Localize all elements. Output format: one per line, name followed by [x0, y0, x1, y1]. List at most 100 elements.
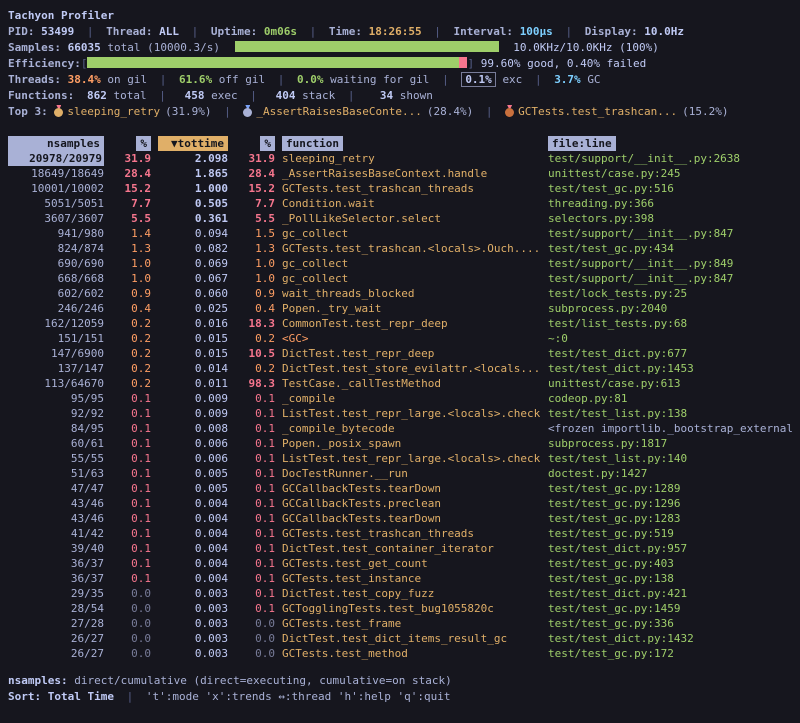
- divider: |: [192, 25, 199, 38]
- tottime-pct-cell: 0.1: [235, 421, 275, 436]
- table-row[interactable]: 668/668 1.0 0.067 1.0 gc_collect test/su…: [8, 271, 792, 286]
- table-row[interactable]: 29/35 0.0 0.003 0.1 DictTest.test_copy_f…: [8, 586, 792, 601]
- function-cell: gc_collect: [282, 226, 541, 241]
- nsamples-value: 10001/10002: [31, 182, 104, 195]
- fileline-cell: test/support/__init__.py:849: [548, 256, 792, 271]
- fileline-cell: ~:0: [548, 331, 792, 346]
- fileline-cell: test/test_gc.py:1296: [548, 496, 792, 511]
- col-sample-pct[interactable]: %: [136, 136, 151, 151]
- table-row[interactable]: 690/690 1.0 0.069 1.0 gc_collect test/su…: [8, 256, 792, 271]
- top3-label: Top 3:: [8, 105, 48, 118]
- tottime-pct-cell: 0.1: [235, 511, 275, 526]
- table-row[interactable]: 95/95 0.1 0.009 0.1 _compile codeop.py:8…: [8, 391, 792, 406]
- sample-pct-cell: 0.2: [111, 346, 151, 361]
- table-row[interactable]: 26/27 0.0 0.003 0.0 GCTests.test_method …: [8, 646, 792, 661]
- table-row[interactable]: 41/42 0.1 0.004 0.1 GCTests.test_trashca…: [8, 526, 792, 541]
- function-cell: <GC>: [282, 331, 541, 346]
- col-fileline[interactable]: file:line: [548, 136, 616, 151]
- sort-label: Sort:: [8, 690, 41, 703]
- table-row[interactable]: 3607/3607 5.5 0.361 5.5 _PollLikeSelecto…: [8, 211, 792, 226]
- function-cell: GCTests.test_method: [282, 646, 541, 661]
- table-row[interactable]: 92/92 0.1 0.009 0.1 ListTest.test_repr_l…: [8, 406, 792, 421]
- table-row[interactable]: 27/28 0.0 0.003 0.0 GCTests.test_frame t…: [8, 616, 792, 631]
- table-row[interactable]: 824/874 1.3 0.082 1.3 GCTests.test_trash…: [8, 241, 792, 256]
- tottime-cell: 0.014: [158, 361, 228, 376]
- tottime-cell: 0.006: [158, 436, 228, 451]
- sample-pct-cell: 0.1: [111, 406, 151, 421]
- function-cell: _AssertRaisesBaseContext.handle: [282, 166, 541, 181]
- tottime-pct-cell: 1.0: [235, 256, 275, 271]
- tottime-pct-cell: 18.3: [235, 316, 275, 331]
- divider: |: [535, 73, 542, 86]
- table-row[interactable]: 36/37 0.1 0.004 0.1 GCTests.test_instanc…: [8, 571, 792, 586]
- col-tottime-pct[interactable]: %: [260, 136, 275, 151]
- legend-label: nsamples:: [8, 674, 68, 687]
- functions-shown-value: 34: [367, 88, 393, 104]
- nsamples-value: 26/27: [71, 632, 104, 645]
- footer: nsamples: direct/cumulative (direct=exec…: [8, 673, 792, 705]
- table-body: 20978/20979 31.9 2.098 31.9 sleeping_ret…: [8, 151, 792, 661]
- fileline-cell: unittest/case.py:245: [548, 166, 792, 181]
- table-row[interactable]: 602/602 0.9 0.060 0.9 wait_threads_block…: [8, 286, 792, 301]
- nsamples-value: 137/147: [58, 362, 104, 375]
- sample-pct-cell: 0.1: [111, 541, 151, 556]
- nsamples-value: 43/46: [71, 497, 104, 510]
- nsamples-cell: 690/690: [8, 256, 104, 271]
- function-cell: ListTest.test_repr_large.<locals>.check: [282, 406, 541, 421]
- fileline-cell: test/test_gc.py:336: [548, 616, 792, 631]
- sample-pct-cell: 1.4: [111, 226, 151, 241]
- table-row[interactable]: 39/40 0.1 0.004 0.1 DictTest.test_contai…: [8, 541, 792, 556]
- col-nsamples[interactable]: nsamples: [8, 136, 104, 151]
- sample-pct-cell: 0.1: [111, 556, 151, 571]
- fileline-cell: selectors.py:398: [548, 211, 792, 226]
- sample-pct-cell: 0.1: [111, 481, 151, 496]
- table-row[interactable]: 43/46 0.1 0.004 0.1 GCCallbackTests.prec…: [8, 496, 792, 511]
- table-row[interactable]: 36/37 0.1 0.004 0.1 GCTests.test_get_cou…: [8, 556, 792, 571]
- function-cell: DictTest.test_store_evilattr.<locals...: [282, 361, 541, 376]
- table-row[interactable]: 246/246 0.4 0.025 0.4 Popen._try_wait su…: [8, 301, 792, 316]
- function-cell: GCTests.test_instance: [282, 571, 541, 586]
- table-row[interactable]: 151/151 0.2 0.015 0.2 <GC> ~:0: [8, 331, 792, 346]
- nsamples-cell: 43/46: [8, 496, 104, 511]
- table-row[interactable]: 162/12059 0.2 0.016 18.3 CommonTest.test…: [8, 316, 792, 331]
- table-row[interactable]: 113/64670 0.2 0.011 98.3 TestCase._callT…: [8, 376, 792, 391]
- thread-value[interactable]: ALL: [159, 25, 179, 38]
- table-row[interactable]: 137/147 0.2 0.014 0.2 DictTest.test_stor…: [8, 361, 792, 376]
- table-row[interactable]: 47/47 0.1 0.005 0.1 GCCallbackTests.tear…: [8, 481, 792, 496]
- function-cell: DictTest.test_repr_deep: [282, 346, 541, 361]
- col-tottime[interactable]: ▼tottime: [158, 136, 228, 151]
- table-row[interactable]: 84/95 0.1 0.008 0.1 _compile_bytecode <f…: [8, 421, 792, 436]
- nsamples-value: 43/46: [71, 512, 104, 525]
- table-row[interactable]: 28/54 0.0 0.003 0.1 GCTogglingTests.test…: [8, 601, 792, 616]
- waiting-gil-label: waiting for gil: [330, 73, 429, 86]
- sample-pct-cell: 15.2: [111, 181, 151, 196]
- table-row[interactable]: 20978/20979 31.9 2.098 31.9 sleeping_ret…: [8, 151, 792, 166]
- samples-line: Samples: 66035 total (10000.3/s) 10.0KHz…: [8, 40, 792, 56]
- efficiency-line: Efficiency:[] 99.60% good, 0.40% failed: [8, 56, 792, 72]
- col-function[interactable]: function: [282, 136, 343, 151]
- nsamples-value: 28/54: [71, 602, 104, 615]
- nsamples-value: 39/40: [71, 542, 104, 555]
- nsamples-value: 941/980: [58, 227, 104, 240]
- table-row[interactable]: 10001/10002 15.2 1.000 15.2 GCTests.test…: [8, 181, 792, 196]
- tottime-cell: 0.094: [158, 226, 228, 241]
- fileline-cell: test/test_gc.py:1459: [548, 601, 792, 616]
- function-cell: ListTest.test_repr_large.<locals>.check: [282, 451, 541, 466]
- table-row[interactable]: 147/6900 0.2 0.015 10.5 DictTest.test_re…: [8, 346, 792, 361]
- sample-pct-cell: 0.1: [111, 451, 151, 466]
- table-row[interactable]: 5051/5051 7.7 0.505 7.7 Condition.wait t…: [8, 196, 792, 211]
- table-row[interactable]: 51/63 0.1 0.005 0.1 DocTestRunner.__run …: [8, 466, 792, 481]
- table-row[interactable]: 60/61 0.1 0.006 0.1 Popen._posix_spawn s…: [8, 436, 792, 451]
- tottime-pct-cell: 0.1: [235, 436, 275, 451]
- divider: |: [486, 105, 493, 118]
- fileline-cell: test/test_dict.py:421: [548, 586, 792, 601]
- bracket-open: [: [81, 57, 88, 70]
- table-row[interactable]: 43/46 0.1 0.004 0.1 GCCallbackTests.tear…: [8, 511, 792, 526]
- table-row[interactable]: 26/27 0.0 0.003 0.0 DictTest.test_dict_i…: [8, 631, 792, 646]
- table-row[interactable]: 55/55 0.1 0.006 0.1 ListTest.test_repr_l…: [8, 451, 792, 466]
- table-row[interactable]: 941/980 1.4 0.094 1.5 gc_collect test/su…: [8, 226, 792, 241]
- nsamples-value: 41/42: [71, 527, 104, 540]
- nsamples-cell: 3607/3607: [8, 211, 104, 226]
- nsamples-cell: 43/46: [8, 511, 104, 526]
- table-row[interactable]: 18649/18649 28.4 1.865 28.4 _AssertRaise…: [8, 166, 792, 181]
